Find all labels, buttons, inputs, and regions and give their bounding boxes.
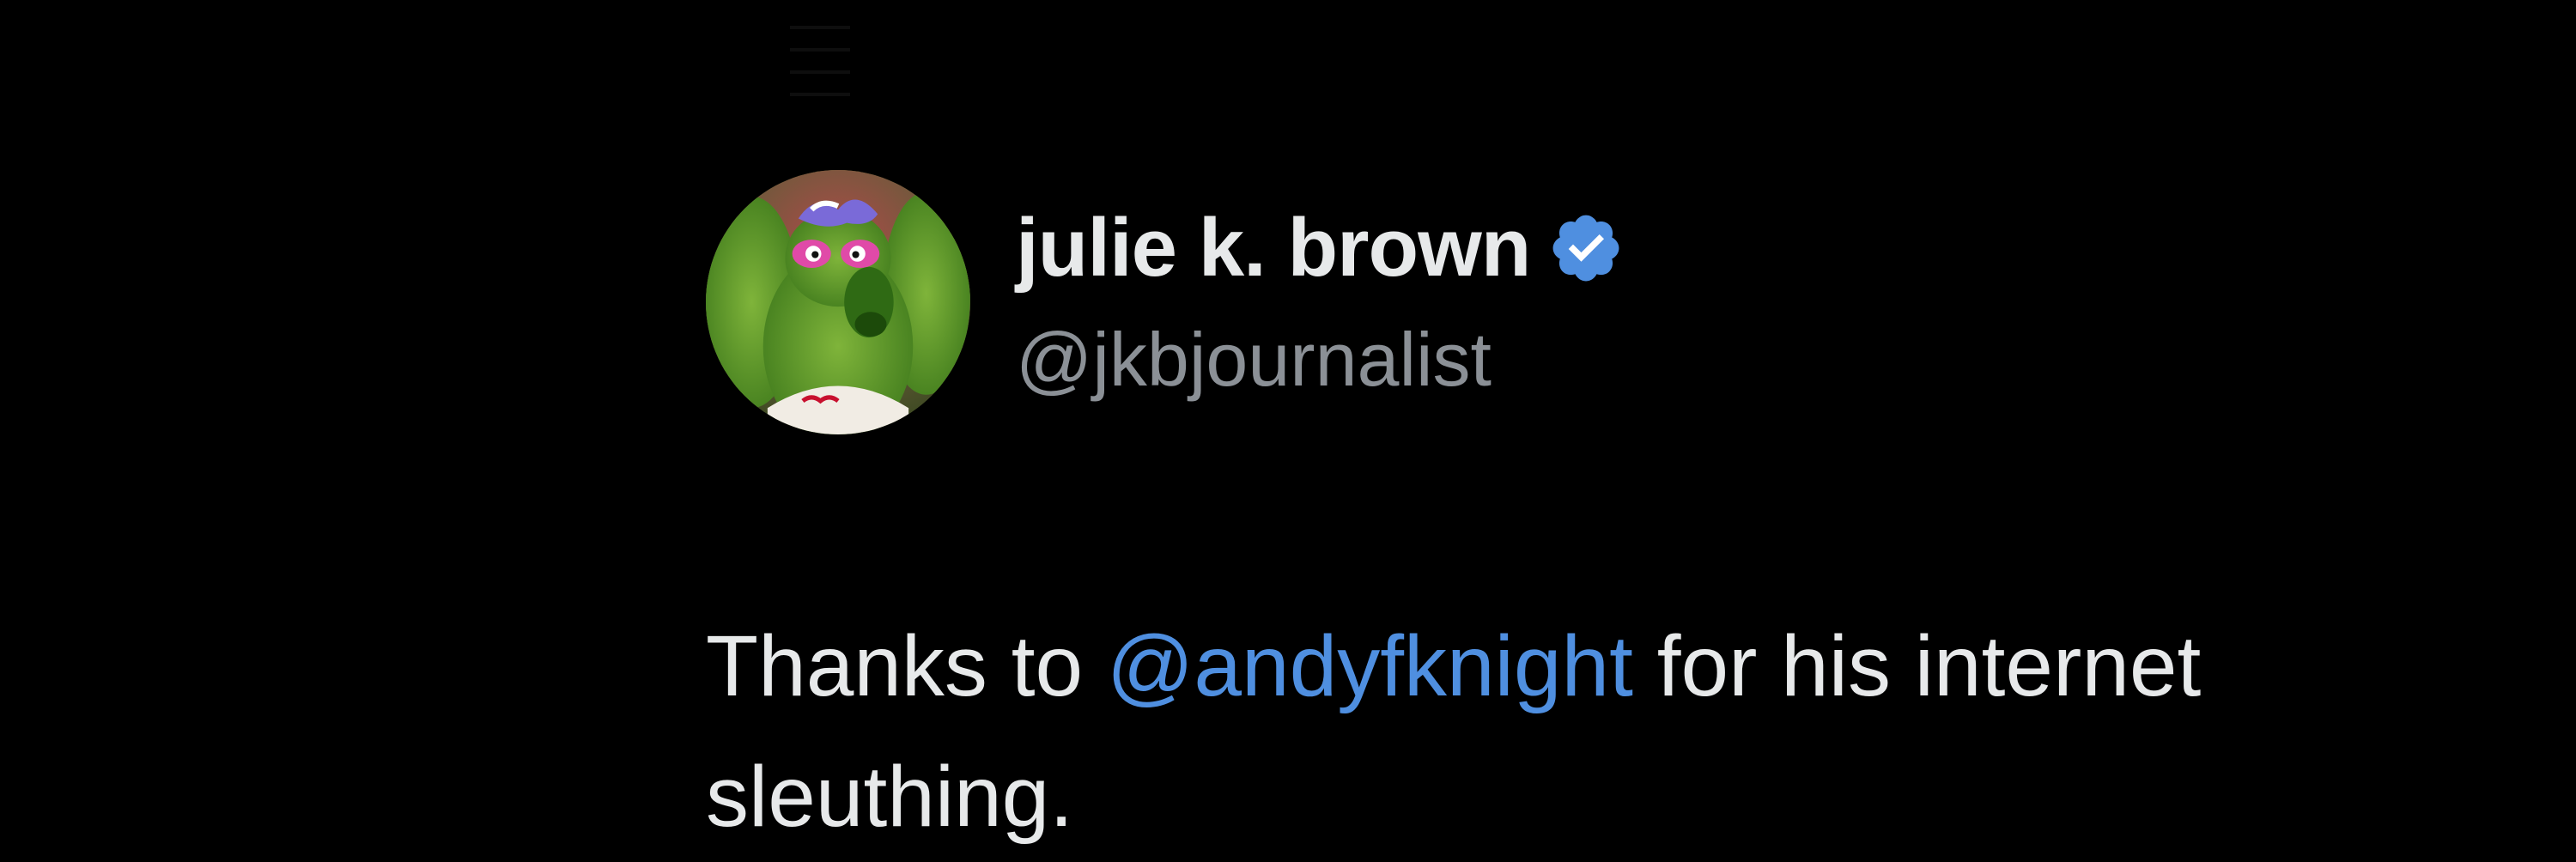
mascot-avatar-icon: [706, 170, 970, 434]
tweet-text: Thanks to @andyfknight for his internet …: [706, 601, 2552, 862]
author-handle[interactable]: @jkbjournalist: [1016, 316, 1492, 404]
tweet-text-prefix: Thanks to: [706, 618, 1107, 714]
avatar[interactable]: [706, 170, 970, 434]
mention-link[interactable]: @andyfknight: [1107, 618, 1633, 714]
author-name-row[interactable]: julie k. brown: [1016, 201, 1625, 295]
tweet-card: julie k. brown @jkbjournalist Thanks to …: [0, 0, 2576, 859]
verified-badge-icon: [1552, 215, 1619, 282]
author-display-name[interactable]: julie k. brown: [1016, 201, 1531, 295]
faint-divider: [790, 26, 850, 120]
